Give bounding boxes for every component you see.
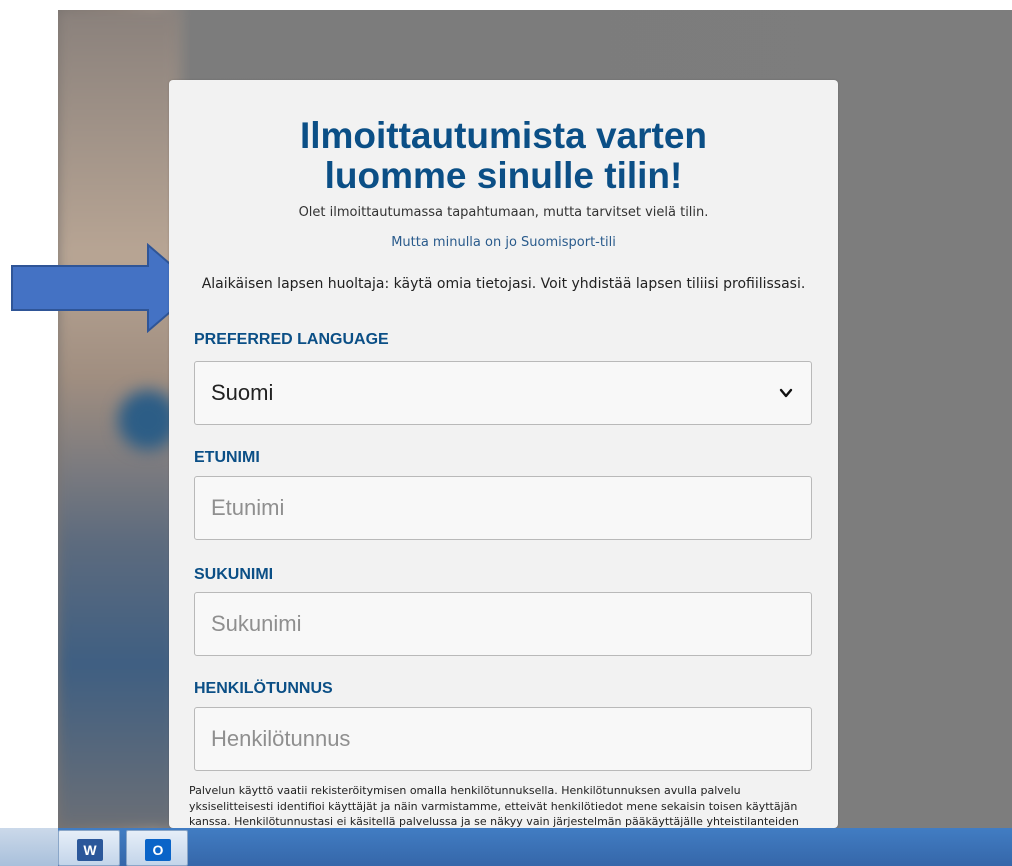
taskbar-word-button[interactable]: W: [58, 830, 120, 866]
word-icon: W: [77, 839, 103, 861]
first-name-label: ETUNIMI: [194, 449, 260, 466]
last-name-field-box: [194, 592, 812, 656]
outlook-icon: O: [145, 839, 171, 861]
last-name-label: SUKUNIMI: [194, 566, 274, 583]
ssn-label: HENKILÖTUNNUS: [194, 680, 333, 697]
last-name-input[interactable]: [211, 593, 771, 655]
language-select-value: Suomi: [211, 380, 274, 405]
ssn-field-box: [194, 707, 812, 771]
guardian-note: Alaikäisen lapsen huoltaja: käytä omia t…: [201, 276, 806, 292]
ssn-help-text: Palvelun käyttö vaatii rekisteröitymisen…: [189, 784, 799, 828]
language-select[interactable]: Suomi: [194, 361, 812, 425]
language-label: PREFERRED LANGUAGE: [194, 331, 389, 348]
chevron-down-icon: [779, 388, 793, 398]
ssn-input[interactable]: [211, 708, 771, 770]
first-name-input[interactable]: [211, 477, 771, 539]
taskbar: W O: [0, 828, 1012, 866]
first-name-field-box: [194, 476, 812, 540]
signup-card: Ilmoittautumista varten luomme sinulle t…: [169, 80, 838, 828]
taskbar-strip: [58, 828, 1012, 866]
taskbar-outlook-button[interactable]: O: [126, 830, 188, 866]
existing-account-link[interactable]: Mutta minulla on jo Suomisport-tili: [169, 235, 838, 250]
page-subtitle: Olet ilmoittautumassa tapahtumaan, mutta…: [298, 205, 709, 220]
page-title: Ilmoittautumista varten luomme sinulle t…: [299, 115, 708, 196]
